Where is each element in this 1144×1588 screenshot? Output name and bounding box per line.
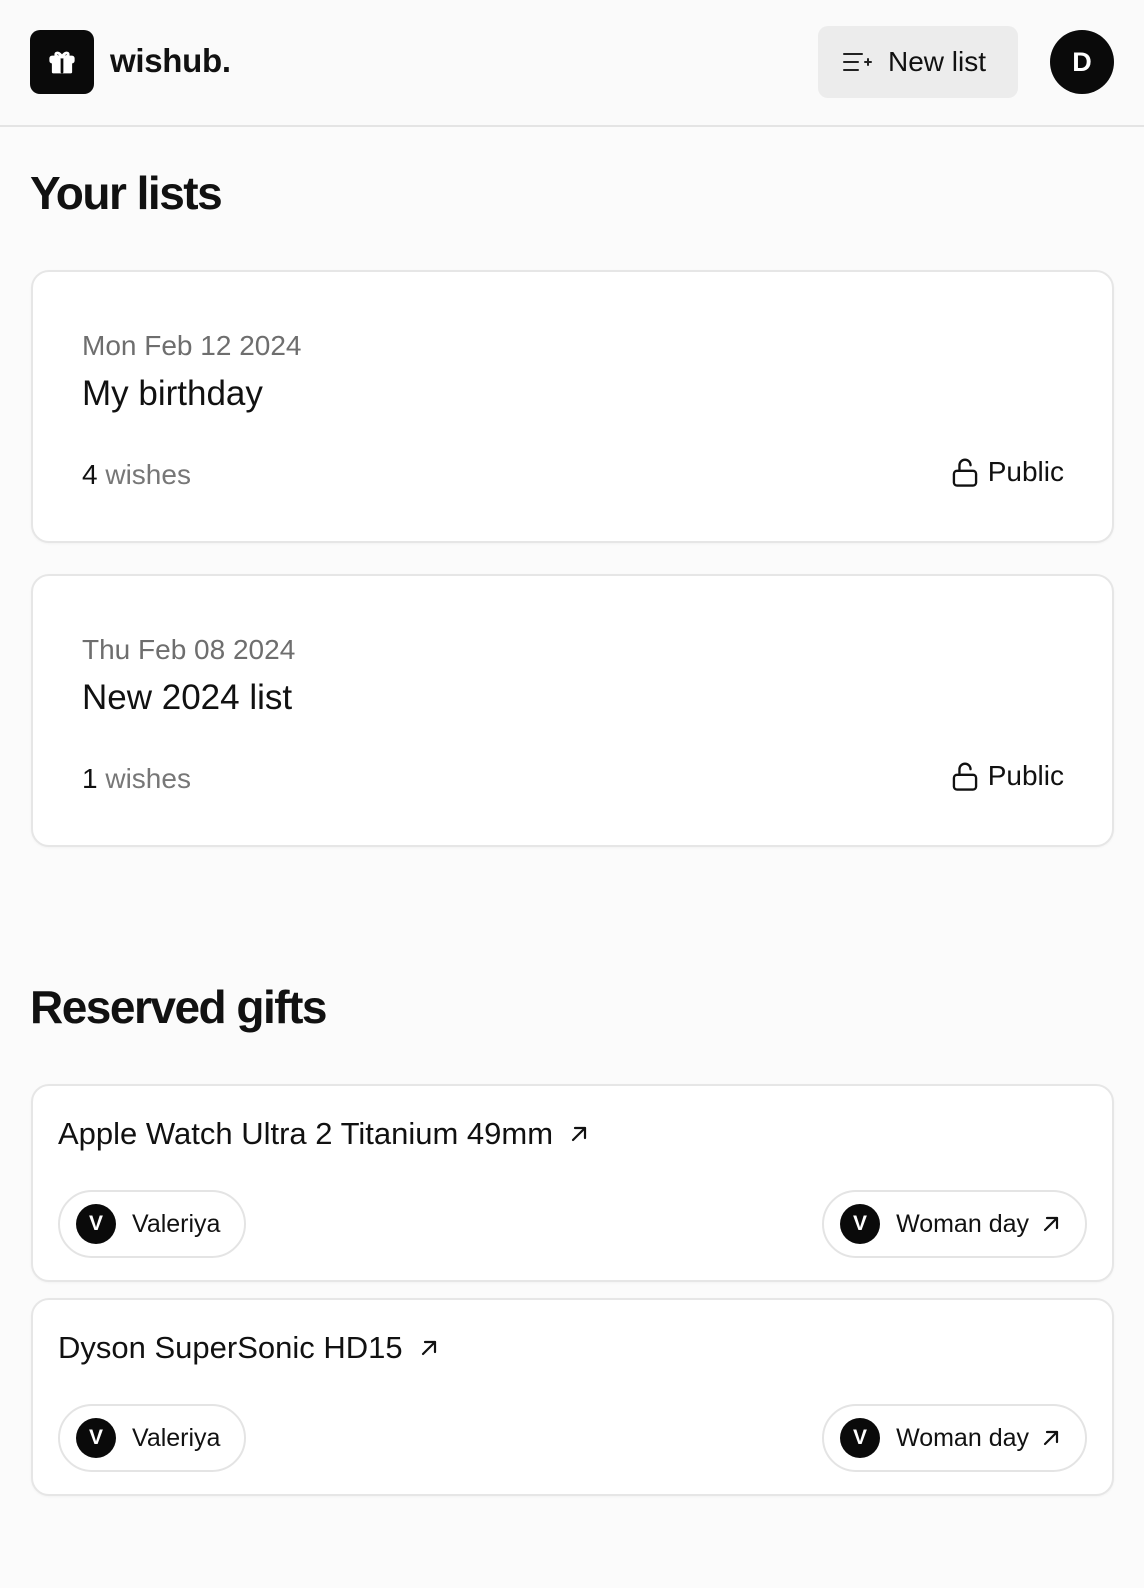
list-chip[interactable]: V Woman day <box>822 1404 1087 1472</box>
list-chip[interactable]: V Woman day <box>822 1190 1087 1258</box>
wish-count-number: 4 <box>82 459 98 490</box>
list-chip-name: Woman day <box>896 1209 1029 1238</box>
owner-name: Valeriya <box>132 1423 221 1452</box>
new-list-button[interactable]: New list <box>818 26 1018 98</box>
owner-chip[interactable]: V Valeriya <box>58 1404 247 1472</box>
list-owner-avatar: V <box>840 1204 881 1244</box>
unlock-icon <box>952 458 977 487</box>
wish-count: 1 wishes <box>82 763 191 795</box>
arrow-up-right-icon <box>421 1340 436 1356</box>
wish-count: 4 wishes <box>82 459 191 491</box>
list-date: Thu Feb 08 2024 <box>82 634 296 665</box>
owner-chip[interactable]: V Valeriya <box>58 1190 247 1258</box>
top-bar: wishub. New list D <box>0 0 1144 127</box>
visibility-status: Public <box>950 456 1064 488</box>
list-plus-icon <box>843 53 872 71</box>
wish-count-suffix: wishes <box>105 763 191 794</box>
gift-card: Apple Watch Ultra 2 Titanium 49mm V Vale… <box>31 1084 1114 1282</box>
visibility-label: Public <box>987 456 1064 487</box>
your-lists-title: Your lists <box>30 167 223 219</box>
gift-card: Dyson SuperSonic HD15 V Valeriya V Woman… <box>31 1298 1114 1496</box>
logo[interactable] <box>30 30 94 94</box>
wish-count-suffix: wishes <box>105 459 191 490</box>
list-name: New 2024 list <box>82 678 293 717</box>
gift-link[interactable]: Apple Watch Ultra 2 Titanium 49mm <box>58 1116 589 1152</box>
unlock-icon <box>952 762 977 791</box>
owner-avatar: V <box>76 1204 116 1244</box>
gift-link[interactable]: Dyson SuperSonic HD15 <box>58 1330 439 1366</box>
wish-count-number: 1 <box>82 763 98 794</box>
list-card[interactable]: Thu Feb 08 2024 New 2024 list 1 wishes P… <box>31 574 1114 847</box>
gift-icon <box>49 51 75 74</box>
list-date: Mon Feb 12 2024 <box>82 330 302 361</box>
app-name[interactable]: wishub. <box>110 42 231 80</box>
arrow-up-right-icon <box>1043 1430 1059 1446</box>
list-owner-avatar: V <box>840 1418 881 1458</box>
owner-name: Valeriya <box>132 1209 221 1238</box>
visibility-label: Public <box>987 760 1064 791</box>
gift-name: Dyson SuperSonic HD15 <box>58 1330 403 1365</box>
list-chip-name: Woman day <box>896 1423 1029 1452</box>
user-avatar[interactable]: D <box>1050 30 1114 94</box>
new-list-label: New list <box>888 46 987 77</box>
reserved-gifts-title: Reserved gifts <box>30 981 328 1033</box>
owner-avatar: V <box>76 1418 116 1458</box>
list-name: My birthday <box>82 374 263 413</box>
visibility-status: Public <box>950 760 1064 792</box>
list-card[interactable]: Mon Feb 12 2024 My birthday 4 wishes Pub… <box>31 270 1114 543</box>
gift-name: Apple Watch Ultra 2 Titanium 49mm <box>58 1116 554 1151</box>
arrow-up-right-icon <box>1043 1216 1059 1232</box>
arrow-up-right-icon <box>571 1126 587 1142</box>
